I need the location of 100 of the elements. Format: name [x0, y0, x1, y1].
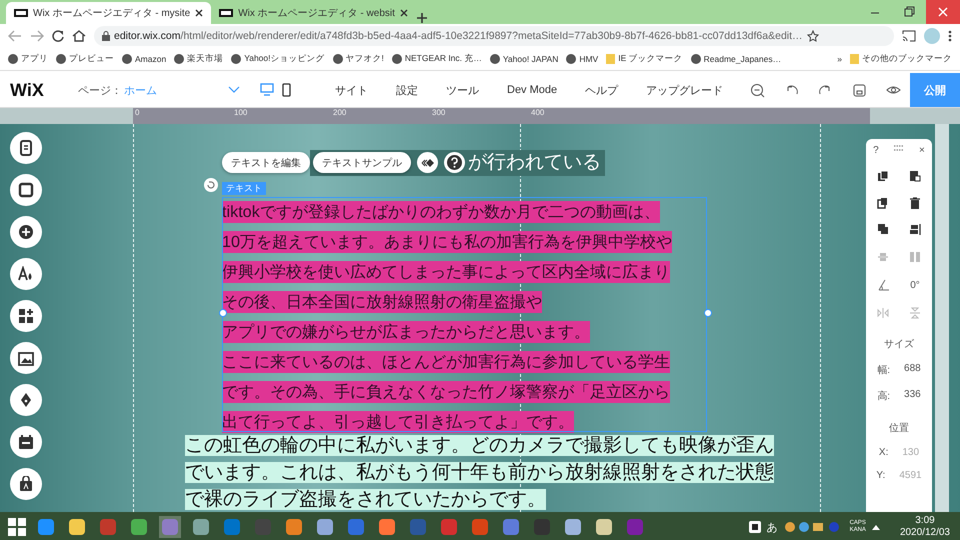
action-button[interactable]: テキストを編集	[222, 152, 310, 173]
help-button[interactable]: ?	[873, 145, 879, 156]
close-icon[interactable]	[400, 9, 408, 17]
tool-button[interactable]	[10, 132, 42, 164]
taskbar-app[interactable]	[66, 516, 88, 538]
app-icon	[624, 516, 646, 538]
tool-button[interactable]	[10, 216, 42, 248]
paste-icon	[909, 170, 921, 182]
tool-button[interactable]	[10, 468, 42, 500]
taskbar-app[interactable]	[593, 516, 615, 538]
ruler-label: 200	[332, 108, 348, 119]
ime-indicator[interactable]: あ	[766, 520, 778, 534]
bookmark[interactable]: Yahoo! JAPAN	[488, 54, 560, 64]
taskbar-app[interactable]	[190, 516, 212, 538]
square-icon	[18, 182, 34, 198]
menu-item[interactable]: サイト	[321, 82, 382, 98]
resize-handle[interactable]	[219, 309, 227, 317]
trash-button[interactable]	[909, 197, 921, 209]
clock-date[interactable]: 2020/12/03	[900, 527, 950, 539]
url-text: editor.wix.com/html/editor/web/renderer/edit/a748fd3b-b5ed-4aa4-adf5-10e3221f9897?metaSiteId=77ab30b9-8b7f-4626-bb81-cc07dd13df6a&edit…	[114, 30, 803, 42]
more-icon[interactable]	[948, 30, 952, 42]
bookmark[interactable]: アプリ	[6, 53, 50, 65]
trash-icon	[909, 197, 921, 209]
app-icon	[376, 516, 398, 538]
app-icon	[562, 516, 584, 538]
resize-handle[interactable]	[704, 309, 712, 317]
bookmark[interactable]: ヤフオク!	[330, 53, 386, 65]
tray-icon[interactable]	[748, 521, 761, 533]
menu-item[interactable]: アップグレード	[632, 82, 738, 98]
desktop-icon[interactable]	[260, 83, 274, 96]
bookmark[interactable]: NETGEAR Inc. 充…	[390, 53, 484, 65]
cast-icon[interactable]	[902, 30, 916, 42]
browser-tab[interactable]: Wix ホームページエディタ - mysite	[6, 2, 212, 24]
copy-button[interactable]	[877, 170, 889, 182]
field-label: 幅:	[877, 364, 890, 377]
value-field[interactable]: 688	[904, 363, 921, 377]
ruler-label: 300	[431, 108, 446, 119]
app-icon	[97, 516, 119, 538]
tool-button[interactable]	[10, 300, 42, 332]
taskbar-app[interactable]	[283, 516, 305, 538]
bookmark[interactable]: IE ブックマーク	[604, 53, 685, 65]
menu-item[interactable]: Dev Mode	[493, 82, 572, 98]
taskbar-app[interactable]	[314, 516, 336, 538]
tool-button[interactable]	[10, 258, 42, 290]
bookmark-folder[interactable]: その他のブックマーク	[848, 53, 954, 65]
logo[interactable]: WiX	[0, 80, 70, 100]
tool-button[interactable]	[10, 426, 42, 458]
arrange-button[interactable]	[877, 223, 889, 235]
app-icon	[438, 516, 460, 538]
clock-time[interactable]: 3:09	[915, 515, 935, 527]
mobile-icon[interactable]	[282, 83, 291, 97]
distribute-icon	[877, 251, 889, 263]
menu-item[interactable]: ヘルプ	[571, 82, 632, 98]
bookmark[interactable]: 楽天市場	[172, 53, 226, 65]
zoom-out-icon	[750, 82, 764, 98]
chevron-down-icon[interactable]	[228, 86, 240, 94]
menu-item[interactable]: ツール	[432, 82, 493, 98]
font-drop-icon	[18, 266, 34, 282]
reload-icon[interactable]	[52, 30, 64, 42]
action-button[interactable]: テキストサンプル	[313, 152, 411, 173]
bookmark[interactable]: Amazon	[120, 54, 168, 64]
app-icon	[593, 516, 615, 538]
close-icon[interactable]	[195, 9, 204, 17]
star-icon[interactable]	[806, 30, 819, 42]
page-selector[interactable]: ページ： ホーム	[70, 82, 228, 98]
tool-button[interactable]	[10, 384, 42, 416]
browser-tab[interactable]: Wix ホームページエディタ - websit	[211, 2, 416, 24]
rotation-value[interactable]: 0°	[910, 280, 920, 290]
home-icon[interactable]	[72, 30, 86, 42]
bookmark[interactable]: Readme_Japanes…	[688, 54, 784, 64]
taskbar-app[interactable]	[376, 516, 398, 538]
copy-icon	[877, 170, 889, 182]
align-button[interactable]	[909, 223, 921, 235]
bookmark[interactable]: HMV	[564, 54, 600, 64]
windows-logo-icon[interactable]	[8, 518, 26, 536]
field-label: Y:	[876, 470, 886, 481]
value-field[interactable]: 336	[904, 389, 921, 403]
paste-button[interactable]	[909, 170, 921, 182]
taskbar-app[interactable]	[128, 516, 150, 538]
apps-plus-icon	[18, 308, 34, 324]
chevron-up-icon[interactable]	[872, 524, 880, 530]
rotate-icon[interactable]	[204, 178, 218, 192]
help-icon	[447, 155, 462, 170]
tool-button[interactable]	[10, 174, 42, 206]
app-icon	[500, 516, 522, 538]
address-bar[interactable]: editor.wix.com/html/editor/web/renderer/edit/a748fd3b-b5ed-4aa4-adf5-10e3221f9897?metaSiteId=77ab30b9-8b7f-4626-bb81-cc07dd13df6a&edit…	[94, 26, 894, 46]
taskbar-app[interactable]	[562, 516, 584, 538]
bookmark[interactable]: Yahoo!ショッピング	[229, 53, 326, 65]
angle-icon[interactable]	[878, 279, 890, 291]
field-label: 高:	[877, 390, 890, 403]
taskbar-app[interactable]	[35, 516, 57, 538]
tool-button[interactable]	[10, 342, 42, 374]
more-bookmarks-button[interactable]: »	[835, 54, 844, 64]
save-icon	[852, 82, 866, 98]
drag-handle-icon[interactable]	[892, 145, 905, 151]
bookmark[interactable]: プレビュー	[54, 53, 116, 65]
close-button[interactable]: ×	[919, 145, 925, 156]
duplicate-button[interactable]	[877, 197, 889, 209]
menu-item[interactable]: 設定	[382, 82, 432, 98]
new-tab-icon[interactable]	[416, 12, 428, 24]
